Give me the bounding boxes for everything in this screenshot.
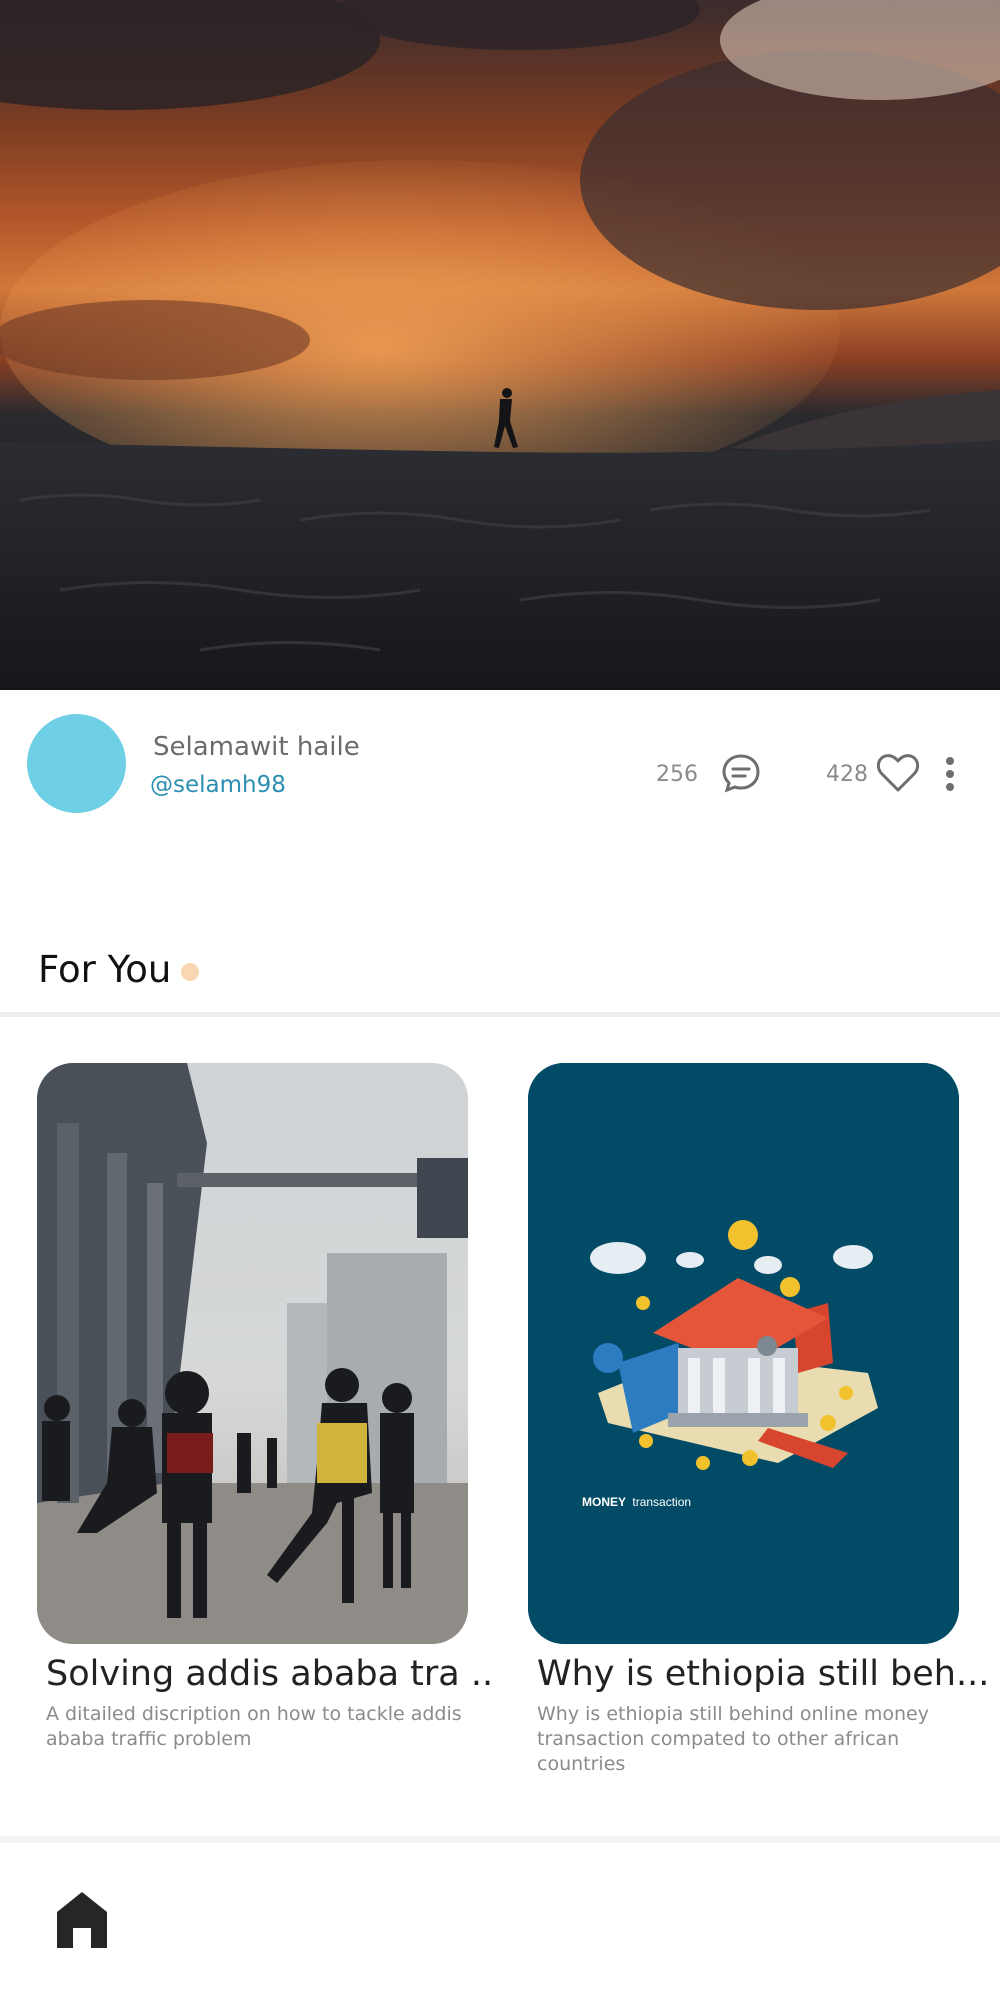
section-title: For You: [38, 948, 172, 991]
cover-photo: [0, 0, 1000, 690]
article-card-image[interactable]: MONEY transaction: [528, 1063, 959, 1644]
heart-icon[interactable]: [876, 752, 920, 794]
comment-count: 256: [656, 762, 698, 787]
avatar[interactable]: [27, 714, 126, 813]
article-description: Why is ethiopia still behind online mone…: [537, 1703, 929, 1775]
comment-icon[interactable]: [720, 752, 762, 794]
bottom-nav-divider: [0, 1836, 1000, 1843]
profile-handle[interactable]: @selamh98: [150, 772, 286, 798]
money-transaction-illustration: MONEY transaction: [528, 1063, 959, 1644]
like-count: 428: [826, 762, 868, 787]
article-card-image[interactable]: [37, 1063, 468, 1644]
article-title[interactable]: Solving addis ababa tra ..: [46, 1654, 493, 1694]
article-title[interactable]: Why is ethiopia still beh...: [537, 1654, 989, 1694]
more-options-icon[interactable]: [942, 756, 958, 796]
street-football-photo: [37, 1063, 468, 1644]
svg-text:MONEY transaction: MONEY transaction: [582, 1495, 691, 1509]
profile-header: Selamawit haile @selamh98 256 428: [0, 690, 1000, 855]
illustration-caption-bold: MONEY: [582, 1495, 626, 1509]
article-description: A ditailed discription on how to tackle …: [46, 1703, 462, 1750]
section-divider: [0, 1012, 1000, 1017]
section-accent-dot: [181, 963, 199, 981]
home-icon[interactable]: [55, 1890, 109, 1950]
profile-name: Selamawit haile: [153, 732, 360, 762]
cover-image: [0, 0, 1000, 690]
illustration-caption: transaction: [632, 1495, 691, 1509]
